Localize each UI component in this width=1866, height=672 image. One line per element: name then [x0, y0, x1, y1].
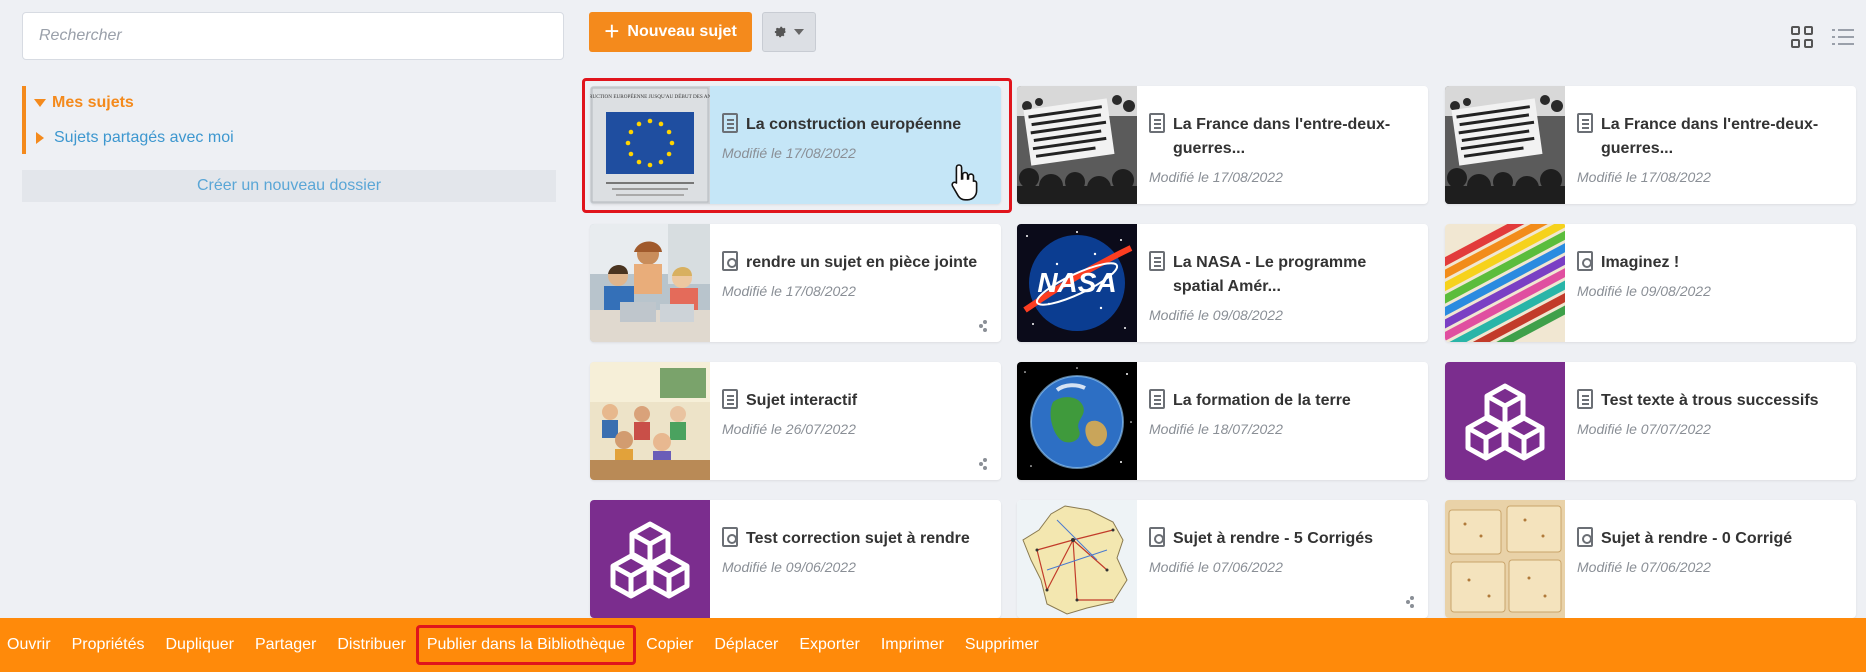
subject-card[interactable]: Sujet à rendre - 5 Corrigés Modifié le 07…	[1017, 500, 1428, 618]
subject-thumbnail	[590, 224, 710, 342]
search-input[interactable]: Rechercher	[22, 12, 564, 60]
subject-title[interactable]: Test correction sujet à rendre	[746, 527, 991, 551]
toolbar-action-0[interactable]: Ouvrir	[7, 636, 51, 654]
action-toolbar: Ouvrir Propriétés Dupliquer Partager Distrib…	[0, 618, 1866, 672]
selection-highlight	[582, 78, 1012, 213]
toolbar-action-3[interactable]: Partager	[255, 636, 316, 654]
subject-date: Modifié le 17/08/2022	[1149, 169, 1283, 185]
subject-title[interactable]: rendre un sujet en pièce jointe	[746, 251, 991, 275]
plus-icon: +	[604, 15, 620, 46]
tree-item-label: Sujets partagés avec moi	[54, 129, 234, 146]
tree-indicator	[22, 86, 26, 154]
upload-doc-icon	[1577, 527, 1593, 547]
caret-down-icon	[794, 29, 804, 35]
subject-title[interactable]: Imaginez !	[1601, 251, 1846, 275]
subject-title[interactable]: Test texte à trous successifs	[1601, 389, 1846, 413]
new-subject-label: Nouveau sujet	[627, 23, 737, 40]
list-doc-icon	[1149, 251, 1165, 271]
shared-icon	[979, 458, 987, 470]
list-view-icon[interactable]	[1832, 26, 1854, 48]
chevron-right-icon	[36, 132, 44, 144]
subject-date: Modifié le 17/08/2022	[1577, 169, 1711, 185]
toolbar-action-8[interactable]: Exporter	[799, 636, 859, 654]
toolbar-action-6[interactable]: Copier	[646, 636, 693, 654]
subject-title[interactable]: La formation de la terre	[1173, 389, 1418, 413]
toolbar-action-7[interactable]: Déplacer	[714, 636, 778, 654]
subject-title[interactable]: Sujet interactif	[746, 389, 991, 413]
list-doc-icon	[1149, 113, 1165, 133]
settings-dropdown-button[interactable]	[762, 12, 816, 52]
list-doc-icon	[1149, 389, 1165, 409]
subject-title[interactable]: Sujet à rendre - 5 Corrigés	[1173, 527, 1418, 551]
subject-thumbnail	[1017, 86, 1137, 204]
tree-item-mes-sujets[interactable]: Mes sujets	[34, 94, 134, 112]
subject-title[interactable]: La France dans l'entre-deux-guerres...	[1173, 113, 1418, 161]
subject-title[interactable]: La NASA - Le programme spatial Amér...	[1173, 251, 1418, 299]
list-doc-icon	[1577, 389, 1593, 409]
subject-date: Modifié le 07/06/2022	[1149, 559, 1283, 575]
subject-date: Modifié le 09/08/2022	[1577, 283, 1711, 299]
subject-card[interactable]: Test correction sujet à rendre Modifié le…	[590, 500, 1001, 618]
subject-card[interactable]: La France dans l'entre-deux-guerres... Mo…	[1017, 86, 1428, 204]
subject-thumbnail	[1445, 362, 1565, 480]
tree-item-label: Mes sujets	[52, 94, 134, 111]
subject-date: Modifié le 18/07/2022	[1149, 421, 1283, 437]
subject-thumbnail: NASA	[1017, 224, 1137, 342]
subject-date: Modifié le 17/08/2022	[722, 283, 856, 299]
upload-doc-icon	[722, 527, 738, 547]
subject-card[interactable]: La formation de la terre Modifié le 18/07…	[1017, 362, 1428, 480]
subject-date: Modifié le 09/08/2022	[1149, 307, 1283, 323]
subject-thumbnail	[590, 362, 710, 480]
tree-item-sujets-partages[interactable]: Sujets partagés avec moi	[34, 129, 234, 147]
upload-doc-icon	[1577, 251, 1593, 271]
subject-card[interactable]: Sujet à rendre - 0 Corrigé Modifié le 07/…	[1445, 500, 1856, 618]
toolbar-action-10[interactable]: Supprimer	[965, 636, 1039, 654]
new-subject-button[interactable]: + Nouveau sujet	[589, 12, 752, 52]
upload-doc-icon	[722, 251, 738, 271]
subject-thumbnail	[1017, 362, 1137, 480]
subject-card[interactable]: Sujet interactif Modifié le 26/07/2022	[590, 362, 1001, 480]
chevron-down-icon	[34, 99, 46, 107]
nasa-logo-text: NASA	[1037, 267, 1116, 298]
toolbar-action-4[interactable]: Distribuer	[337, 636, 405, 654]
subject-title[interactable]: Sujet à rendre - 0 Corrigé	[1601, 527, 1846, 551]
toolbar-action-5[interactable]: Publier dans la Bibliothèque	[415, 625, 637, 665]
subject-date: Modifié le 07/06/2022	[1577, 559, 1711, 575]
toolbar-action-2[interactable]: Dupliquer	[165, 636, 233, 654]
subject-date: Modifié le 26/07/2022	[722, 421, 856, 437]
subject-card[interactable]: NASA La NASA - Le programme spatial Amér…	[1017, 224, 1428, 342]
subject-thumbnail	[1017, 500, 1137, 618]
new-folder-button[interactable]: Créer un nouveau dossier	[22, 170, 556, 202]
subject-card[interactable]: La France dans l'entre-deux-guerres... Mo…	[1445, 86, 1856, 204]
subject-card[interactable]: Imaginez ! Modifié le 09/08/2022	[1445, 224, 1856, 342]
subject-card[interactable]: Test texte à trous successifs Modifié le …	[1445, 362, 1856, 480]
shared-icon	[979, 320, 987, 332]
list-doc-icon	[722, 389, 738, 409]
subject-thumbnail	[1445, 500, 1565, 618]
subject-card[interactable]: rendre un sujet en pièce jointe Modifié l…	[590, 224, 1001, 342]
toolbar-action-9[interactable]: Imprimer	[881, 636, 944, 654]
subject-thumbnail	[1445, 224, 1565, 342]
gear-icon	[774, 26, 787, 38]
hand-cursor-icon	[951, 164, 978, 201]
toolbar-action-1[interactable]: Propriétés	[72, 636, 145, 654]
subject-date: Modifié le 07/07/2022	[1577, 421, 1711, 437]
upload-doc-icon	[1149, 527, 1165, 547]
shared-icon	[1406, 596, 1414, 608]
subject-date: Modifié le 09/06/2022	[722, 559, 856, 575]
grid-view-icon[interactable]	[1791, 26, 1813, 48]
subject-thumbnail	[1445, 86, 1565, 204]
list-doc-icon	[1577, 113, 1593, 133]
subject-title[interactable]: La France dans l'entre-deux-guerres...	[1601, 113, 1846, 161]
subject-thumbnail	[590, 500, 710, 618]
